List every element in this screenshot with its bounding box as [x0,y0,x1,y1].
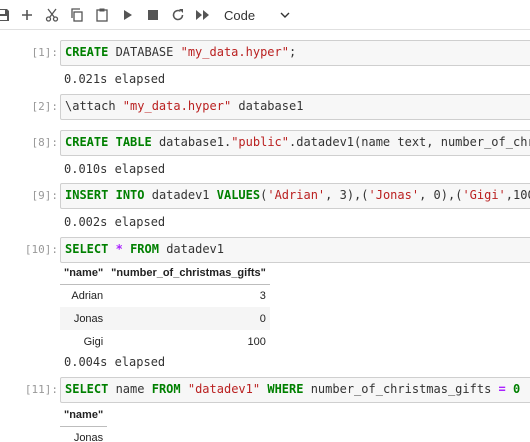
column-header: "number_of_christmas_gifts" [107,262,270,285]
copy-icon[interactable] [68,6,86,24]
code-token: number_of_christmas_gifts [303,382,499,396]
cell-prompt: [8]: [31,136,59,149]
code-token: database1. [151,135,232,149]
table-cell: Adrian [71,289,104,302]
code-token: SELECT [65,382,109,396]
table-cell: Jonas [73,431,104,442]
code-token: TABLE [115,135,152,149]
table-cell: Jonas [60,307,108,330]
code-token: FROM [151,382,181,396]
code-token: FROM [130,242,159,256]
cell-output: 0.002s elapsed [64,215,166,229]
restart-icon[interactable] [169,6,187,24]
add-icon[interactable] [18,6,36,24]
code-text: \attach "my_data.hyper" database1 [65,99,303,113]
code-token: "datadev1" [187,382,261,396]
cell-prompt: [11]: [24,383,58,396]
code-token: 0 [513,382,521,396]
table-row: Jonas [60,426,107,442]
table-cell: 3 [259,289,266,302]
result-table: "name" "number_of_christmas_gifts" Adria… [60,262,270,353]
table-cell: 0 [107,307,270,330]
notebook-toolbar: Code [0,0,530,30]
column-header: "name" [60,262,108,285]
code-token: WHERE [267,382,304,396]
code-token: DATABASE [108,45,181,59]
cell-output: 0.021s elapsed [64,72,166,86]
chevron-down-icon [280,8,290,23]
cell-prompt: [10]: [24,243,58,256]
code-cell-input[interactable]: \attach "my_data.hyper" database1 [60,94,530,120]
code-token: , 0),( [419,188,463,202]
cell-prompt: [9]: [31,189,59,202]
cell-type-select[interactable]: Code [216,4,302,26]
table-cell: 100 [247,335,266,348]
save-icon[interactable] [0,6,12,24]
code-text: INSERT INTO datadev1 VALUES('Adrian', 3)… [65,188,530,202]
code-token: "public" [231,135,289,149]
code-token: .datadev1(name text, number_of_christmas… [289,135,530,149]
code-text: SELECT name FROM "datadev1" WHERE number… [65,382,520,396]
fast-forward-icon[interactable] [194,6,212,24]
code-token: datadev1 [144,188,217,202]
code-token: ,100) [505,188,530,202]
code-token: ; [288,45,297,59]
code-token: "my_data.hyper" [180,45,289,59]
code-token: CREATE [65,135,109,149]
code-token: 'Jonas' [368,188,420,202]
code-cell-input[interactable]: CREATE DATABASE "my_data.hyper"; [60,40,530,66]
code-token: \attach [65,99,123,113]
code-token: , 3),( [325,188,369,202]
cell-output: 0.004s elapsed [64,355,166,369]
code-cell-input[interactable]: CREATE TABLE database1."public".datadev1… [60,130,530,156]
table-header-row: "name" [60,404,108,427]
cell-output: 0.010s elapsed [64,162,166,176]
table-row: Jonas 0 [60,307,270,330]
code-text: CREATE TABLE database1."public".datadev1… [65,135,530,149]
code-token: database1 [231,99,304,113]
code-token: 'Adrian' [267,188,326,202]
result-table: "name" Jonas [60,404,108,442]
code-token: INSERT [65,188,109,202]
table-cell: Gigi [83,335,104,348]
code-token: name [108,382,152,396]
table-header-row: "name" "number_of_christmas_gifts" [60,262,270,285]
code-token: * [115,242,123,256]
code-text: SELECT * FROM datadev1 [65,242,224,256]
code-cell-input[interactable]: SELECT name FROM "datadev1" WHERE number… [60,377,530,403]
code-token: 'Gigi' [462,188,506,202]
cell-type-value: Code [224,7,256,23]
code-cell-input[interactable]: INSERT INTO datadev1 VALUES('Adrian', 3)… [60,183,530,209]
code-token: INTO [115,188,145,202]
code-token: datadev1 [158,242,224,256]
table-row: Adrian 3 [60,284,270,307]
code-token: SELECT [65,242,109,256]
paste-icon[interactable] [93,6,111,24]
code-text: CREATE DATABASE "my_data.hyper"; [65,45,296,59]
cut-icon[interactable] [43,6,61,24]
code-token: = [498,382,506,396]
code-token: VALUES [216,188,261,202]
column-header: "name" [60,404,108,427]
code-token: CREATE [65,45,109,59]
code-cell-input[interactable]: SELECT * FROM datadev1 [60,237,530,263]
run-icon[interactable] [119,6,137,24]
stop-icon[interactable] [144,6,162,24]
cell-prompt: [2]: [31,100,59,113]
cell-prompt: [1]: [31,46,59,59]
table-row: Gigi 100 [60,330,270,353]
code-token: "my_data.hyper" [122,99,232,113]
